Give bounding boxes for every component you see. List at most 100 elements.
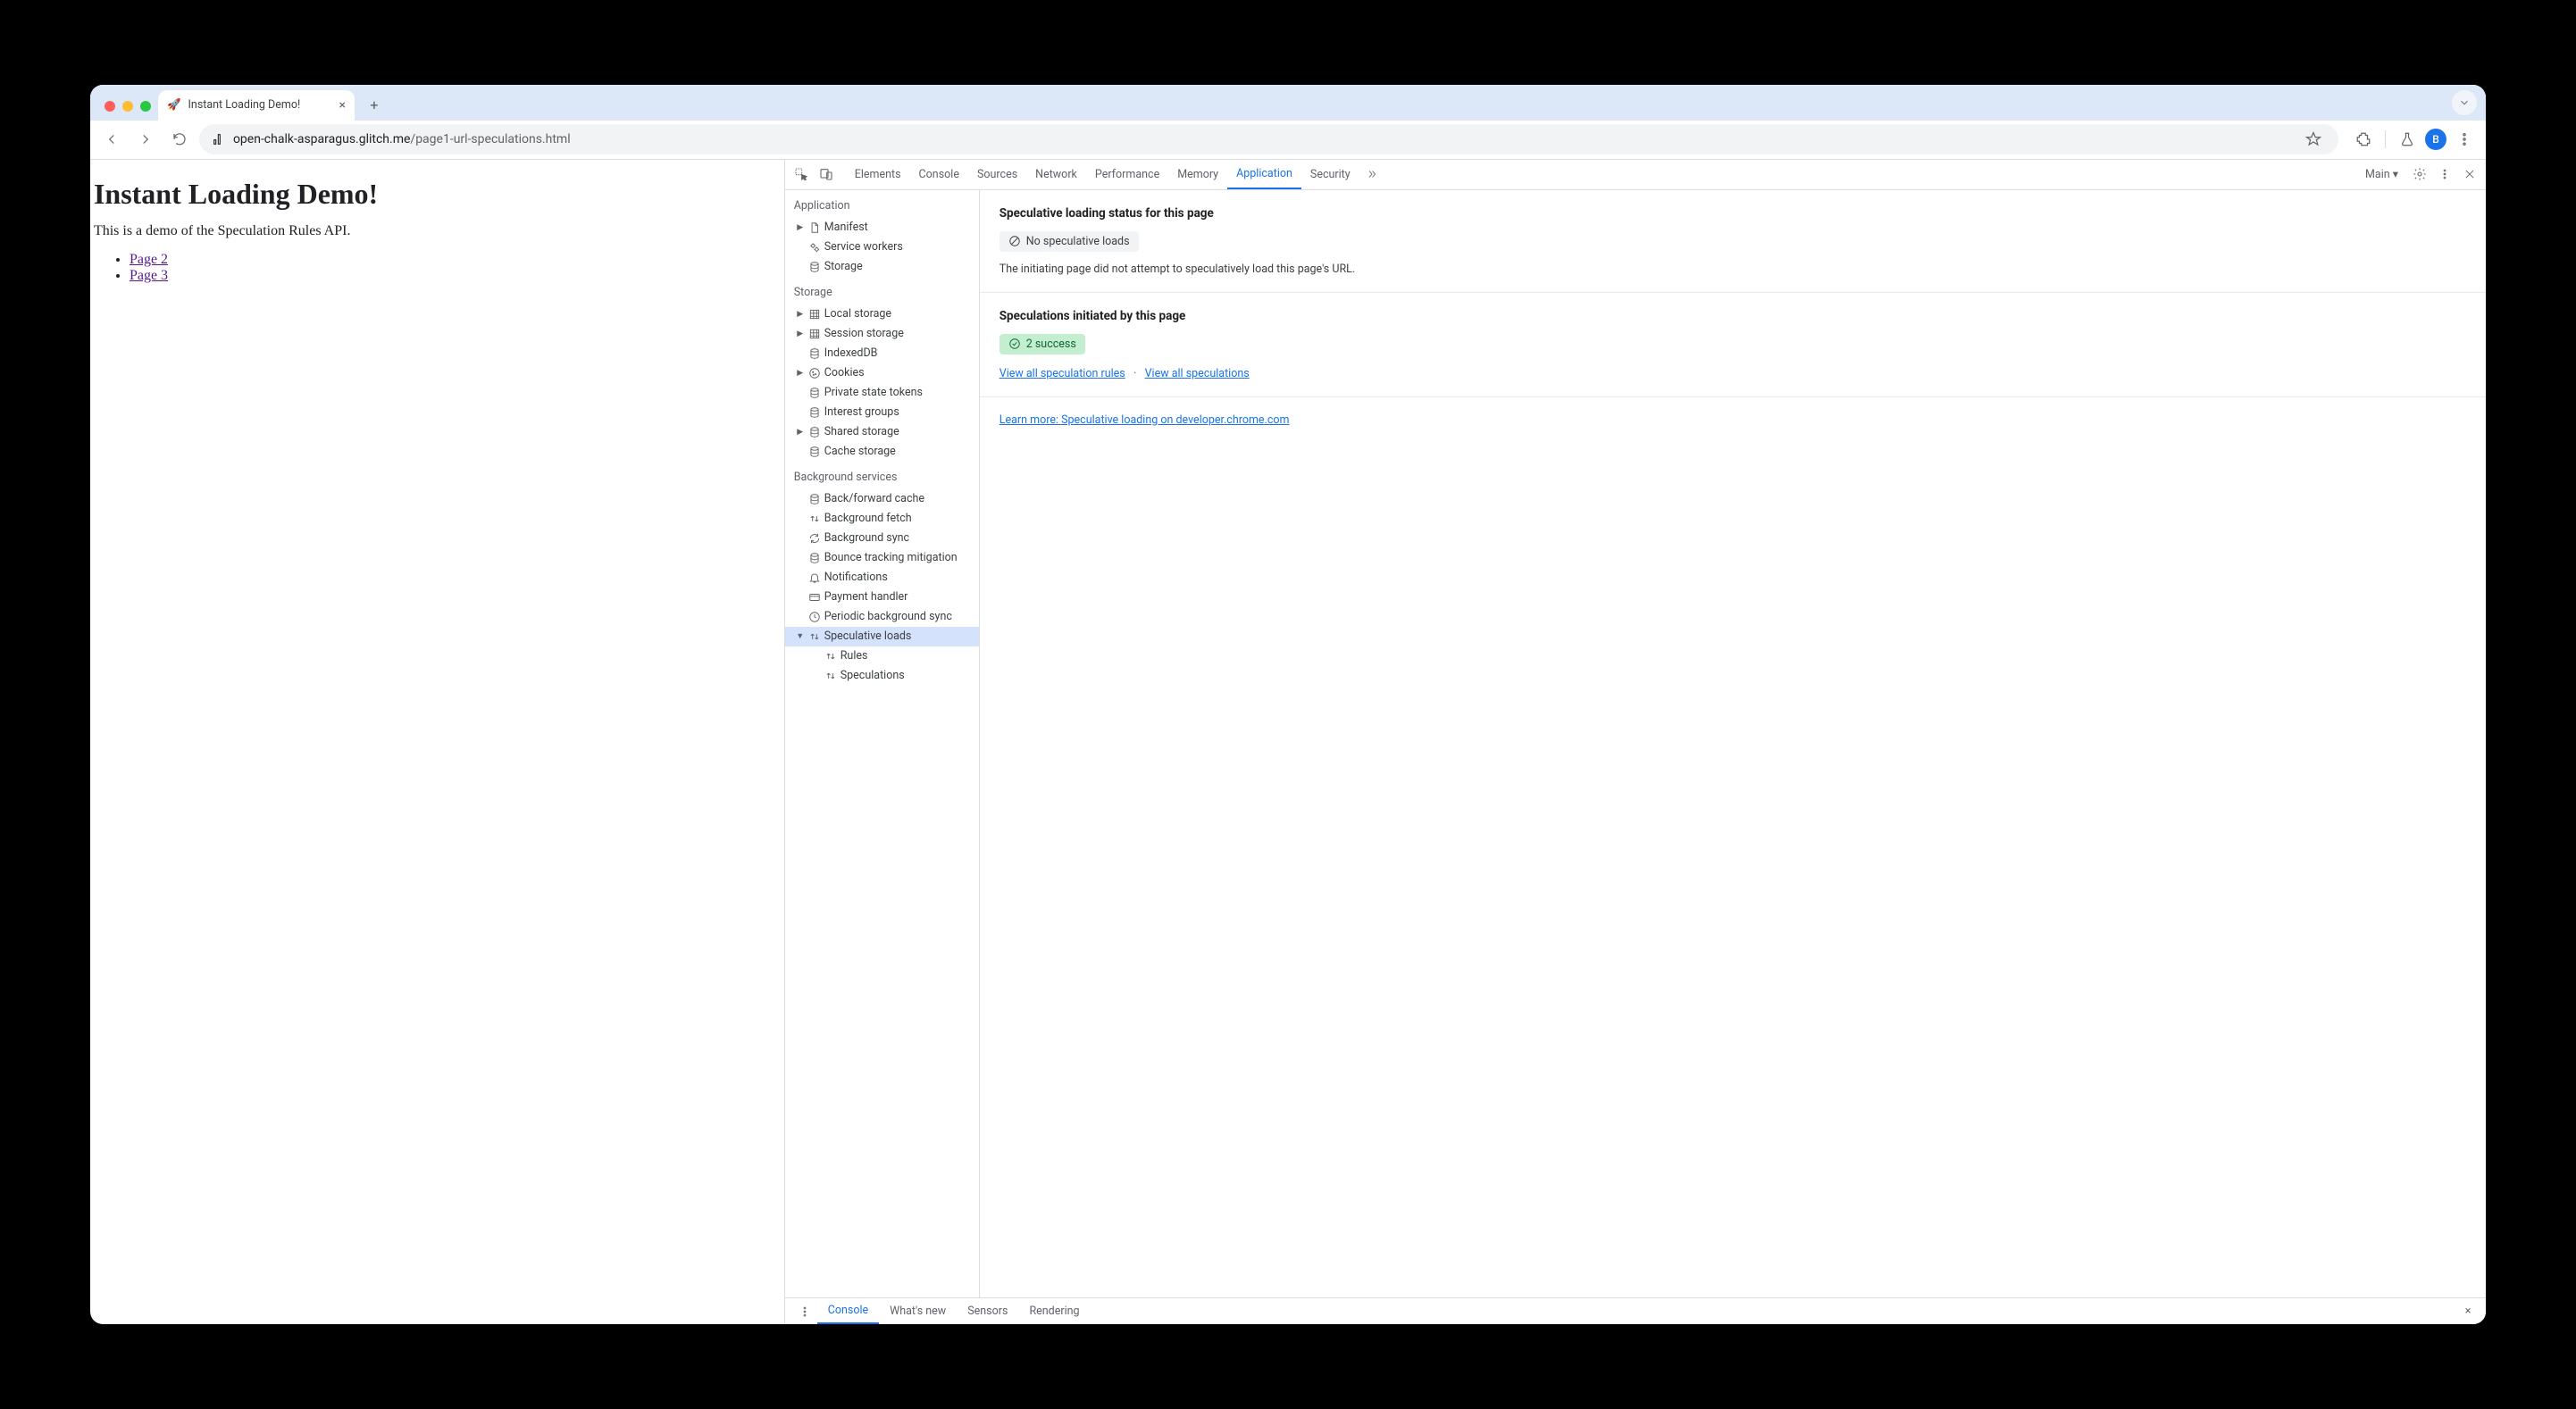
sidebar-item[interactable]: Speculations (785, 666, 979, 686)
arrow-right-icon: ▶ (796, 310, 805, 319)
updn-icon (824, 649, 838, 663)
updn-icon (807, 629, 822, 644)
drawer-tab-console[interactable]: Console (817, 1298, 879, 1324)
labs-flask-icon[interactable] (2393, 125, 2421, 154)
more-tabs-icon[interactable] (1359, 162, 1384, 187)
forward-button[interactable] (131, 125, 160, 154)
window-controls (101, 101, 158, 121)
sidebar-item[interactable]: Bounce tracking mitigation (785, 548, 979, 568)
close-tab-icon[interactable]: × (339, 98, 345, 113)
page-link[interactable]: Page 2 (130, 252, 168, 267)
page-link[interactable]: Page 3 (130, 268, 168, 283)
browser-window: 🚀 Instant Loading Demo! × + open-chalk-a… (90, 85, 2486, 1325)
overflow-menu-icon[interactable] (2450, 125, 2479, 154)
sidebar-item-label: Speculative loads (824, 629, 912, 643)
sidebar-item-label: Payment handler (824, 590, 908, 604)
sidebar-item[interactable]: Back/forward cache (785, 489, 979, 509)
minimize-window-button[interactable] (122, 101, 133, 112)
sidebar-item[interactable]: IndexedDB (785, 344, 979, 363)
url-text: open-chalk-asparagus.glitch.me/page1-url… (233, 132, 571, 146)
clock-icon (807, 610, 822, 624)
profile-avatar[interactable]: B (2425, 129, 2446, 150)
sidebar-item-label: IndexedDB (824, 346, 878, 360)
sidebar-item[interactable]: ▼Speculative loads (785, 627, 979, 646)
sidebar-item[interactable]: ▶ Local storage (785, 304, 979, 324)
devtools-drawer: Console What's new Sensors Rendering × (785, 1297, 2486, 1324)
devtools-panel: Elements Console Sources Network Perform… (785, 160, 2486, 1325)
sidebar-item-label: Interest groups (824, 405, 899, 419)
extensions-icon[interactable] (2349, 125, 2378, 154)
devtools-tab-application[interactable]: Application (1227, 160, 1301, 189)
back-button[interactable] (97, 125, 126, 154)
close-window-button[interactable] (105, 101, 115, 112)
devtools-close-icon[interactable] (2457, 162, 2482, 187)
sidebar-item[interactable]: ▶Shared storage (785, 422, 979, 442)
sidebar-item[interactable]: ▶Cookies (785, 363, 979, 383)
sidebar-item[interactable]: Cache storage (785, 442, 979, 462)
devtools-tab-network[interactable]: Network (1026, 160, 1086, 189)
sidebar-item[interactable]: Storage (785, 257, 979, 277)
db-icon (807, 551, 822, 565)
new-tab-button[interactable]: + (362, 93, 387, 118)
sidebar-item-label: Notifications (824, 571, 888, 584)
drawer-tab-rendering[interactable]: Rendering (1018, 1298, 1090, 1324)
target-selector[interactable]: Main ▾ (2356, 167, 2407, 181)
drawer-tab-whatsnew[interactable]: What's new (879, 1298, 957, 1324)
db-icon (807, 405, 822, 420)
sidebar-item[interactable]: Service workers (785, 238, 979, 257)
sidebar-item[interactable]: Rules (785, 646, 979, 666)
sidebar-section-title: Background services (785, 462, 979, 489)
arrow-right-icon: ▶ (796, 329, 805, 338)
drawer-tab-sensors[interactable]: Sensors (957, 1298, 1018, 1324)
drawer-close-icon[interactable]: × (2457, 1305, 2479, 1318)
bookmark-star-icon[interactable] (2299, 125, 2328, 154)
maximize-window-button[interactable] (140, 101, 151, 112)
inspect-element-icon[interactable] (789, 162, 814, 187)
drawer-more-icon[interactable] (792, 1299, 817, 1324)
view-rules-link[interactable]: View all speculation rules (999, 367, 1125, 380)
sidebar-item[interactable]: Periodic background sync (785, 607, 979, 627)
grid-icon (807, 307, 822, 321)
db-icon (807, 386, 822, 400)
page-viewport: Instant Loading Demo! This is a demo of … (90, 160, 785, 1325)
sidebar-item-label: Local storage (824, 307, 891, 321)
devtools-more-icon[interactable] (2432, 162, 2457, 187)
sidebar-item-label: Shared storage (824, 425, 899, 438)
view-speculations-link[interactable]: View all speculations (1145, 367, 1250, 380)
devtools-tab-performance[interactable]: Performance (1086, 160, 1168, 189)
application-sidebar: Application▶ManifestService workersStora… (785, 190, 980, 1298)
sidebar-item[interactable]: Private state tokens (785, 383, 979, 403)
sidebar-item[interactable]: Notifications (785, 568, 979, 588)
sidebar-item-label: Bounce tracking mitigation (824, 551, 958, 564)
tab-dropdown-button[interactable] (2452, 90, 2477, 115)
db-icon (807, 492, 822, 506)
address-bar[interactable]: open-chalk-asparagus.glitch.me/page1-url… (199, 124, 2338, 154)
learn-more-link[interactable]: Learn more: Speculative loading on devel… (999, 413, 1290, 427)
site-settings-icon (210, 132, 224, 146)
devtools-tab-sources[interactable]: Sources (968, 160, 1026, 189)
file-icon (807, 221, 822, 235)
check-circle-icon (1008, 338, 1021, 350)
sidebar-item[interactable]: Background sync (785, 529, 979, 548)
initiated-heading: Speculations initiated by this page (999, 309, 2466, 323)
sidebar-item[interactable]: ▶Manifest (785, 218, 979, 238)
devtools-tab-security[interactable]: Security (1301, 160, 1359, 189)
sidebar-item[interactable]: Background fetch (785, 509, 979, 529)
sidebar-item-label: Cache storage (824, 445, 896, 458)
sidebar-item[interactable]: Interest groups (785, 403, 979, 422)
reload-button[interactable] (165, 125, 194, 154)
arrow-right-icon: ▶ (796, 223, 805, 232)
sync-icon (807, 531, 822, 546)
devtools-tab-console[interactable]: Console (910, 160, 968, 189)
devtools-tab-elements[interactable]: Elements (846, 160, 910, 189)
sidebar-item[interactable]: Payment handler (785, 588, 979, 607)
sidebar-item[interactable]: ▶Session storage (785, 324, 979, 344)
sidebar-item-label: Rules (841, 649, 868, 663)
browser-tab[interactable]: 🚀 Instant Loading Demo! × (158, 90, 355, 121)
devtools-tabbar: Elements Console Sources Network Perform… (785, 160, 2486, 190)
device-toggle-icon[interactable] (814, 162, 839, 187)
devtools-tab-memory[interactable]: Memory (1168, 160, 1227, 189)
devtools-settings-icon[interactable] (2407, 162, 2432, 187)
sidebar-item-label: Service workers (824, 240, 903, 254)
updn-icon (807, 512, 822, 526)
